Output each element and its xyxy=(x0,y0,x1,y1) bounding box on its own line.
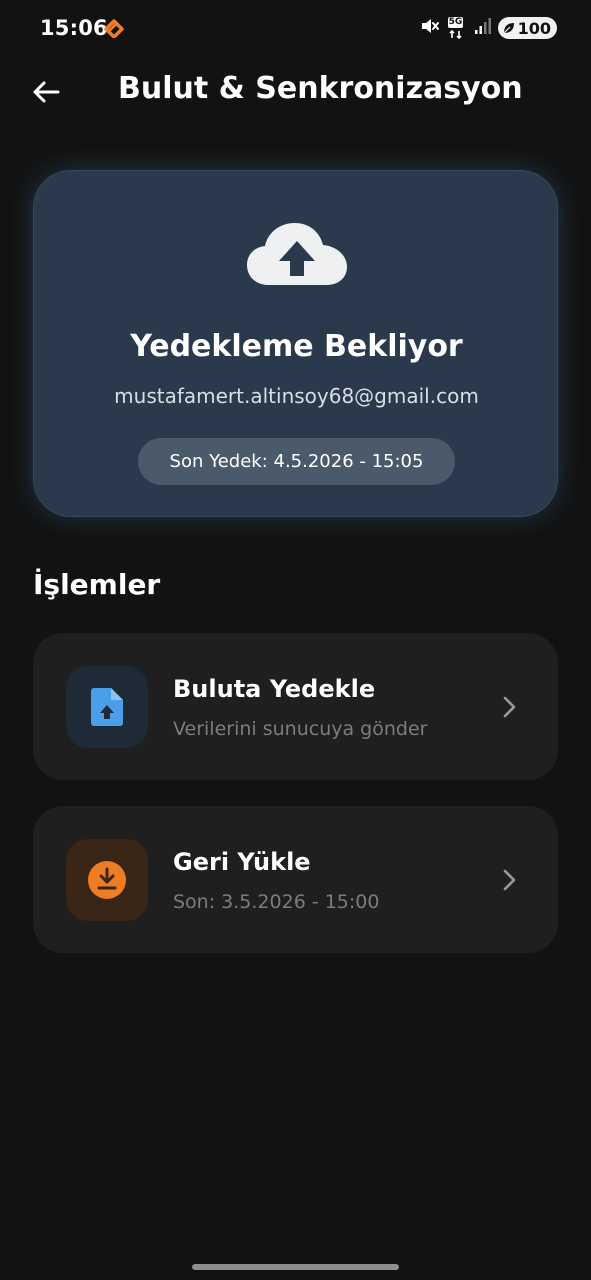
action-subtitle: Son: 3.5.2026 - 15:00 xyxy=(173,891,380,913)
chevron-right-icon xyxy=(501,868,517,896)
network-5g-icon: 5G xyxy=(446,17,468,39)
arrow-left-icon xyxy=(33,81,60,103)
battery-icon: 100 xyxy=(497,17,557,39)
account-email: mustafamert.altinsoy68@gmail.com xyxy=(114,384,479,408)
last-backup-badge: Son Yedek: 4.5.2026 - 15:05 xyxy=(138,438,455,485)
status-bar: 15:06 5G 100 xyxy=(0,0,591,58)
leaf-icon xyxy=(503,23,514,34)
signal-icon xyxy=(474,17,492,39)
action-title: Buluta Yedekle xyxy=(173,675,376,703)
page-title: Bulut & Senkronizasyon xyxy=(118,71,523,106)
status-time: 15:06 xyxy=(40,16,108,40)
app-bar: Bulut & Senkronizasyon xyxy=(0,58,591,126)
download-icon xyxy=(88,861,126,899)
back-button[interactable] xyxy=(28,74,64,110)
action-title: Geri Yükle xyxy=(173,848,311,876)
backup-to-cloud-button[interactable]: Buluta Yedekle Verilerini sunucuya gönde… xyxy=(33,633,558,780)
action-icon-box xyxy=(66,666,148,748)
cloud-upload-icon xyxy=(247,221,347,291)
chevron-right-icon xyxy=(501,695,517,723)
cloud-sync-screen: 15:06 5G 100 Bulut & Senkronizasyon Yede… xyxy=(0,0,591,1280)
status-icons: 5G 100 xyxy=(420,16,557,40)
backup-status-card: Yedekleme Bekliyor mustafamert.altinsoy6… xyxy=(33,170,558,517)
home-indicator[interactable] xyxy=(192,1264,399,1270)
mute-icon xyxy=(420,16,440,40)
section-title: İşlemler xyxy=(33,568,161,601)
battery-level: 100 xyxy=(517,18,551,38)
status-title: Yedekleme Bekliyor xyxy=(130,329,463,364)
app-notification-icon xyxy=(103,18,125,42)
action-icon-box xyxy=(66,839,148,921)
action-subtitle: Verilerini sunucuya gönder xyxy=(173,718,428,740)
file-upload-icon xyxy=(91,688,123,726)
restore-button[interactable]: Geri Yükle Son: 3.5.2026 - 15:00 xyxy=(33,806,558,953)
